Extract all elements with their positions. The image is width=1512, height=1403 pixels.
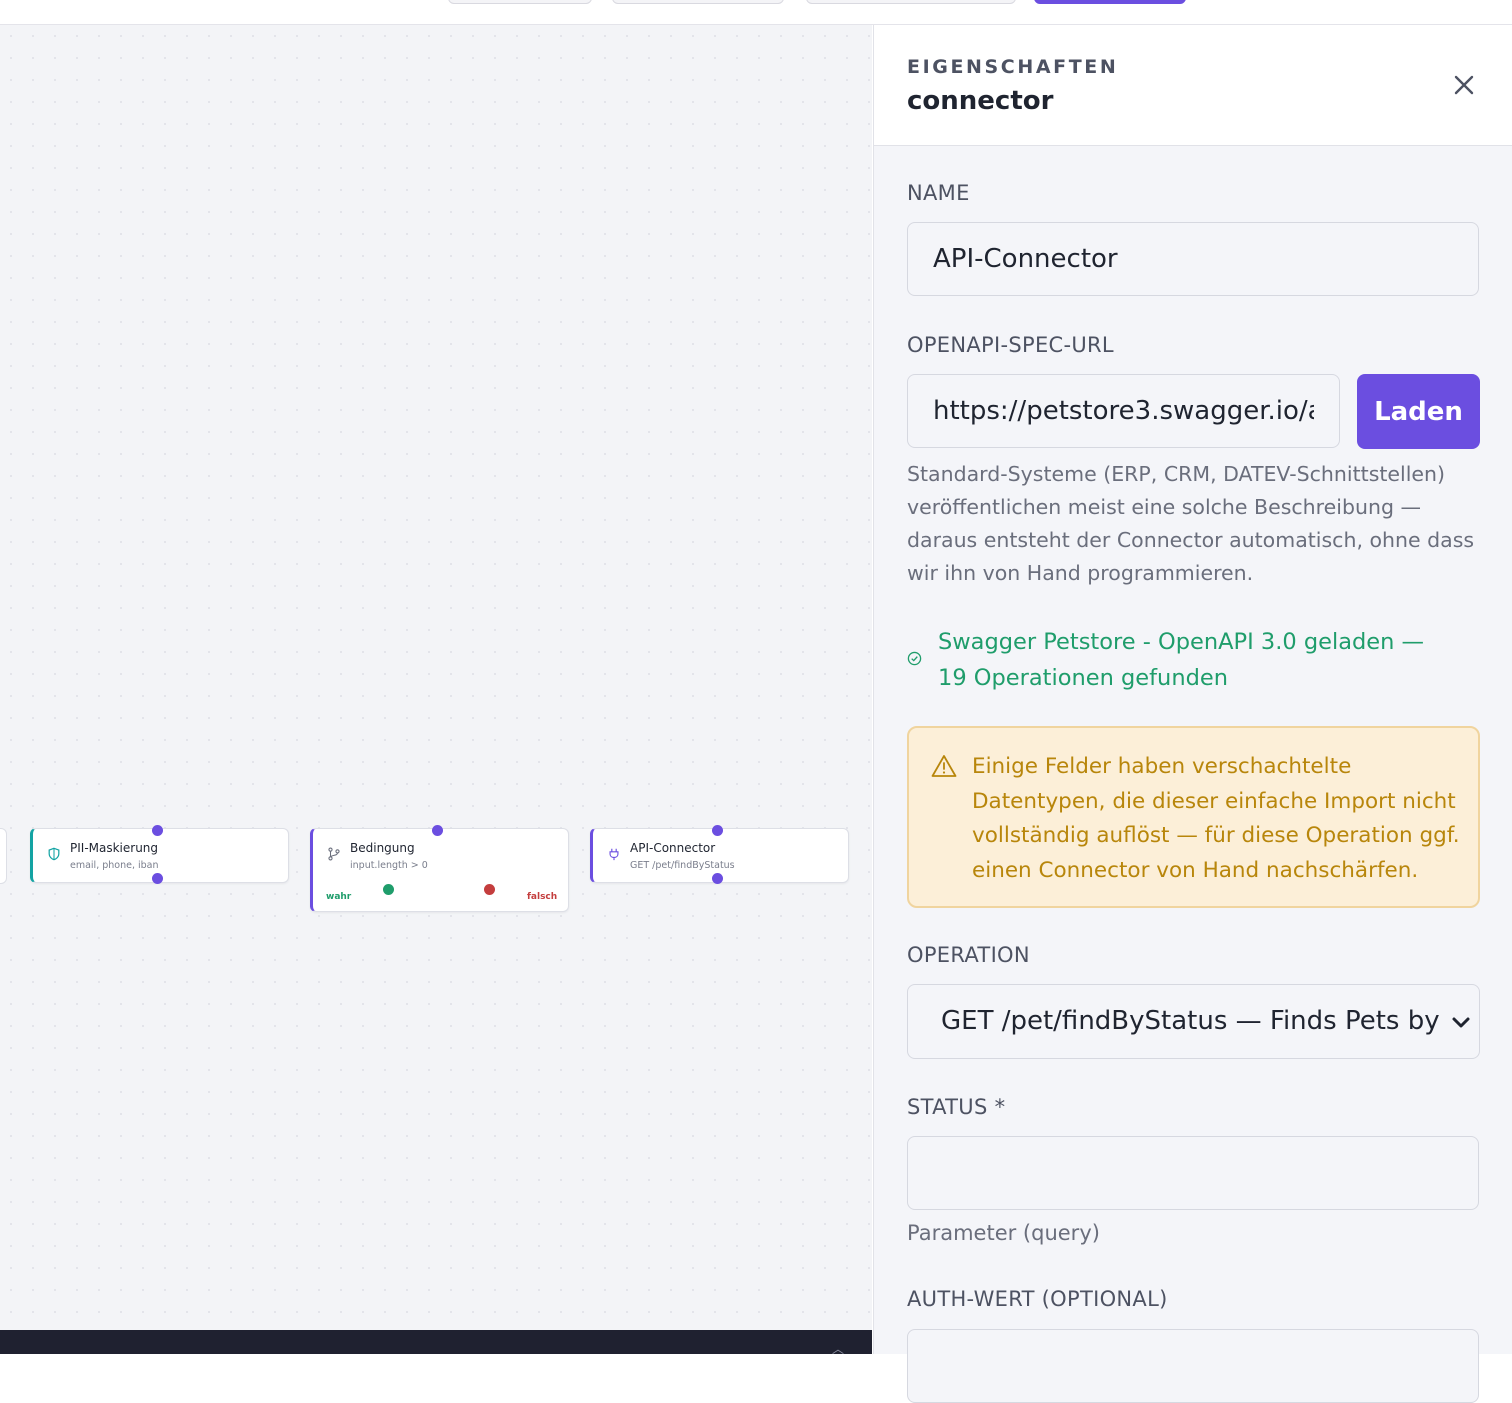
node-subtitle: email, phone, iban bbox=[70, 860, 159, 871]
operation-selected-value: GET /pet/findByStatus — Finds Pets by st… bbox=[941, 1006, 1449, 1036]
output-port-false[interactable] bbox=[484, 884, 495, 895]
check-circle-icon bbox=[907, 651, 922, 666]
top-toolbar bbox=[0, 0, 1512, 25]
spec-url-hint: Standard-Systeme (ERP, CRM, DATEV-Schnit… bbox=[907, 462, 1475, 585]
chevron-down-icon[interactable] bbox=[1450, 1011, 1472, 1033]
panel-title: connector bbox=[907, 86, 1054, 116]
node-title: Bedingung bbox=[350, 841, 415, 855]
nested-types-warning: Einige Felder haben verschachtelte Daten… bbox=[907, 726, 1480, 908]
canvas-footer: ︿ bbox=[0, 1330, 872, 1357]
auth-label: AUTH-WERT (OPTIONAL) bbox=[907, 1287, 1168, 1311]
load-button[interactable]: Laden bbox=[1357, 374, 1480, 449]
status-label: STATUS * bbox=[907, 1095, 1006, 1119]
shield-icon bbox=[48, 847, 60, 861]
node-title: PII-Maskierung bbox=[70, 841, 159, 855]
status-param-note: Parameter (query) bbox=[907, 1221, 1100, 1245]
node-subtitle: GET /pet/findByStatus bbox=[630, 860, 735, 871]
plug-icon bbox=[609, 848, 619, 861]
load-success-message: Swagger Petstore - OpenAPI 3.0 geladen —… bbox=[938, 629, 1425, 691]
workflow-canvas[interactable] bbox=[0, 25, 872, 1330]
toolbar-tab[interactable] bbox=[448, 0, 592, 4]
toolbar-tab[interactable] bbox=[612, 0, 784, 4]
name-label: NAME bbox=[907, 181, 970, 205]
branch-true-label: wahr bbox=[326, 892, 352, 902]
operation-select[interactable]: GET /pet/findByStatus — Finds Pets by st… bbox=[907, 984, 1480, 1059]
panel-header: EIGENSCHAFTEN connector bbox=[874, 25, 1512, 146]
spec-url-label: OPENAPI-SPEC-URL bbox=[907, 333, 1114, 357]
status-input[interactable] bbox=[907, 1136, 1479, 1210]
toolbar-tab-active[interactable] bbox=[1034, 0, 1186, 4]
operation-label: OPERATION bbox=[907, 943, 1030, 967]
input-port[interactable] bbox=[712, 825, 723, 836]
branch-false-label: falsch bbox=[527, 892, 558, 902]
chevron-up-icon[interactable]: ︿ bbox=[832, 1340, 844, 1357]
output-port[interactable] bbox=[152, 873, 163, 884]
node-condition[interactable]: Bedingung input.length > 0 wahr falsch bbox=[310, 828, 569, 912]
node-subtitle: input.length > 0 bbox=[350, 860, 428, 871]
node-title: API-Connector bbox=[630, 841, 716, 855]
partial-node[interactable] bbox=[0, 828, 7, 884]
panel-overline: EIGENSCHAFTEN bbox=[907, 56, 1119, 78]
spec-url-input[interactable] bbox=[907, 374, 1340, 448]
close-icon[interactable] bbox=[1448, 69, 1480, 101]
name-input[interactable] bbox=[907, 222, 1479, 296]
properties-panel: EIGENSCHAFTEN connector NAME OPENAPI-SPE… bbox=[873, 25, 1512, 1403]
output-port-true[interactable] bbox=[383, 884, 394, 895]
warning-text: Einige Felder haben verschachtelte Daten… bbox=[972, 754, 1460, 883]
warning-icon bbox=[931, 755, 957, 777]
input-port[interactable] bbox=[432, 825, 443, 836]
branch-icon bbox=[328, 847, 340, 861]
input-port[interactable] bbox=[152, 825, 163, 836]
auth-input[interactable] bbox=[907, 1329, 1479, 1403]
output-port[interactable] bbox=[712, 873, 723, 884]
toolbar-tab[interactable] bbox=[806, 0, 1016, 4]
